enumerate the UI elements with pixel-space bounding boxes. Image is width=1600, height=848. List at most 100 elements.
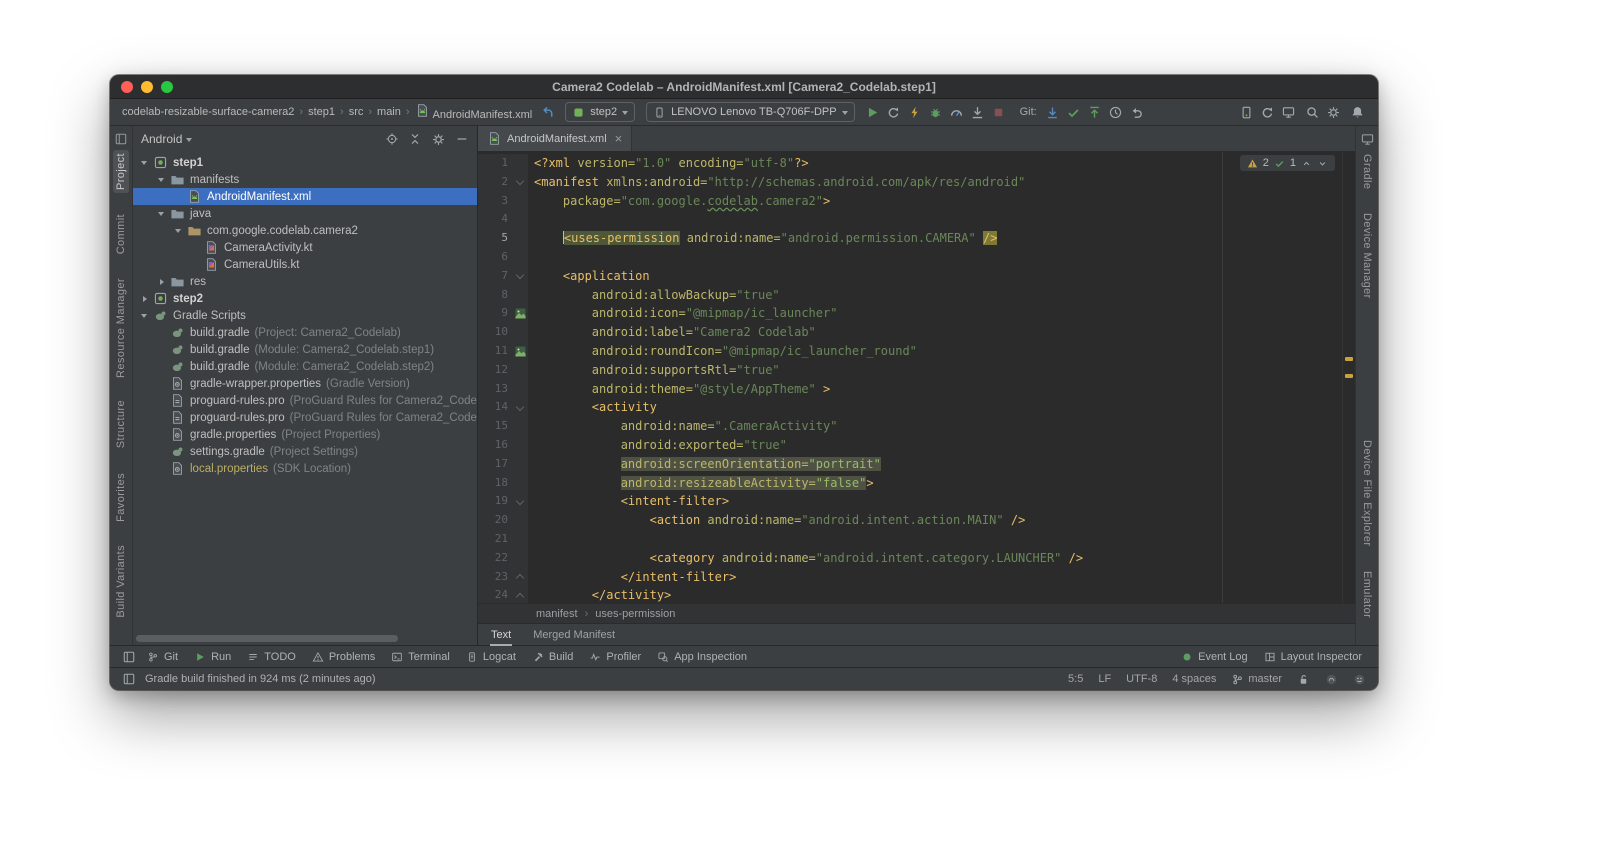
line-number[interactable]: 8: [478, 285, 512, 305]
code-line[interactable]: 9 android:icon="@mipmap/ic_launcher": [478, 304, 1355, 324]
code-line[interactable]: 13 android:theme="@style/AppTheme" >: [478, 379, 1355, 399]
line-number[interactable]: 10: [478, 323, 512, 342]
tool-button-structure[interactable]: Structure: [113, 397, 129, 451]
apply-code-changes-icon[interactable]: [904, 102, 925, 122]
tool-run[interactable]: Run: [186, 649, 239, 665]
code-line[interactable]: 3 package="com.google.codelab.camera2">: [478, 191, 1355, 211]
tree-item[interactable]: build.gradle (Module: Camera2_Codelab.ste…: [133, 341, 477, 358]
code-line[interactable]: 15 android:name=".CameraActivity": [478, 417, 1355, 436]
editor-tab[interactable]: AndroidManifest.xml: [478, 126, 633, 151]
line-number[interactable]: 11: [478, 341, 512, 361]
line-number[interactable]: 16: [478, 435, 512, 455]
code-line[interactable]: 20 <action android:name="android.intent.…: [478, 511, 1355, 530]
tree-chevron-icon[interactable]: [154, 174, 168, 185]
code-line[interactable]: 23 </intent-filter>: [478, 567, 1355, 587]
fold-marker-icon[interactable]: [512, 586, 528, 603]
line-number[interactable]: 23: [478, 567, 512, 587]
line-number[interactable]: 4: [478, 210, 512, 230]
attach-debugger-icon[interactable]: [967, 102, 988, 122]
error-stripe[interactable]: [1342, 152, 1355, 603]
line-number[interactable]: 5: [478, 229, 512, 248]
line-number[interactable]: 6: [478, 247, 512, 267]
line-number[interactable]: 15: [478, 417, 512, 436]
gradle-daemon-icon[interactable]: [1325, 673, 1338, 686]
tool-button-emulator[interactable]: Emulator: [1359, 568, 1375, 621]
rollback-icon[interactable]: [1126, 102, 1147, 122]
tool-terminal[interactable]: Terminal: [383, 649, 458, 665]
warning-stripe-mark[interactable]: [1345, 357, 1353, 361]
readonly-lock-icon[interactable]: [1297, 673, 1310, 686]
commit-icon[interactable]: [1063, 102, 1084, 122]
code-line[interactable]: 1 <?xml version="1.0" encoding="utf-8"?>: [478, 154, 1355, 173]
tool-todo[interactable]: TODO: [239, 649, 304, 665]
history-icon[interactable]: [1105, 102, 1126, 122]
tool-button-resource-manager[interactable]: Resource Manager: [113, 275, 129, 381]
tree-item[interactable]: build.gradle (Module: Camera2_Codelab.ste…: [133, 358, 477, 375]
code-line[interactable]: 22 <category android:name="android.inten…: [478, 548, 1355, 568]
tree-item[interactable]: step1: [133, 154, 477, 171]
tool-button-gradle[interactable]: Gradle: [1359, 151, 1375, 192]
code-line[interactable]: 18 android:resizeableActivity="false">: [478, 473, 1355, 493]
tree-item[interactable]: com.google.codelab.camera2: [133, 222, 477, 239]
tree-chevron-icon[interactable]: [137, 296, 151, 302]
fold-marker-icon[interactable]: [512, 172, 528, 192]
code-line[interactable]: 24 </activity>: [478, 586, 1355, 603]
titlebar[interactable]: Camera2 Codelab – AndroidManifest.xml [C…: [110, 75, 1378, 99]
breadcrumb-manifest[interactable]: manifest: [536, 608, 578, 620]
sync-gradle-icon[interactable]: [1257, 102, 1278, 122]
tool-window-switcher-icon[interactable]: [118, 647, 139, 667]
tree-chevron-icon[interactable]: [137, 310, 151, 321]
tree-item[interactable]: step2: [133, 290, 477, 307]
prev-issue-icon[interactable]: [1301, 158, 1312, 169]
update-project-icon[interactable]: [1042, 102, 1063, 122]
tool-button-device-file-explorer[interactable]: Device File Explorer: [1359, 437, 1375, 549]
project-stripe-icon[interactable]: [114, 132, 128, 146]
tool-button-project[interactable]: Project: [113, 150, 129, 194]
code-line[interactable]: 6: [478, 247, 1355, 267]
tool-logcat[interactable]: Logcat: [458, 649, 524, 665]
line-number[interactable]: 3: [478, 191, 512, 211]
tree-chevron-icon[interactable]: [171, 225, 185, 236]
tool-layout-inspector[interactable]: Layout Inspector: [1256, 649, 1370, 665]
tree-item[interactable]: proguard-rules.pro (ProGuard Rules for Ca…: [133, 392, 477, 409]
breadcrumb-uses-permission[interactable]: uses-permission: [595, 608, 675, 620]
line-number[interactable]: 1: [478, 154, 512, 173]
tool-window-toggle-icon[interactable]: [122, 672, 136, 686]
device-manager-icon[interactable]: [1236, 102, 1257, 122]
stop-icon[interactable]: [988, 102, 1009, 122]
breadcrumb-item-codelab-resizable-surface-camera2[interactable]: codelab-resizable-surface-camera2: [120, 106, 296, 118]
line-number[interactable]: 19: [478, 492, 512, 512]
code-line[interactable]: 14 <activity: [478, 398, 1355, 418]
line-number[interactable]: 17: [478, 454, 512, 474]
device-select[interactable]: LENOVO Lenovo TB-Q706F-DPP: [646, 102, 855, 122]
tool-app-inspection[interactable]: App Inspection: [649, 649, 755, 665]
profile-icon[interactable]: [946, 102, 967, 122]
inspections-widget[interactable]: 2 1: [1239, 155, 1335, 171]
line-number[interactable]: 2: [478, 172, 512, 192]
code-line[interactable]: 5 <uses-permission android:name="android…: [478, 229, 1355, 248]
tool-git[interactable]: Git: [139, 649, 186, 665]
tool-button-device-manager[interactable]: Device Manager: [1359, 210, 1375, 302]
tree-item[interactable]: gradle-wrapper.properties (Gradle Version…: [133, 375, 477, 392]
line-number[interactable]: 12: [478, 360, 512, 380]
tool-button-favorites[interactable]: Favorites: [113, 470, 129, 525]
run-configuration-select[interactable]: step2: [565, 102, 636, 122]
search-everywhere-icon[interactable]: [1302, 102, 1323, 122]
line-number[interactable]: 7: [478, 266, 512, 286]
line-number[interactable]: 13: [478, 379, 512, 399]
gradle-stripe-icon[interactable]: [1360, 132, 1375, 147]
tree-item[interactable]: CameraActivity.kt: [133, 239, 477, 256]
caret-position[interactable]: 5:5: [1068, 673, 1083, 685]
fold-marker-icon[interactable]: [512, 567, 528, 587]
locate-file-icon[interactable]: [385, 132, 399, 146]
hide-panel-icon[interactable]: [455, 132, 469, 146]
line-separator[interactable]: LF: [1098, 673, 1111, 685]
code-line[interactable]: 19 <intent-filter>: [478, 492, 1355, 512]
code-line[interactable]: 4: [478, 210, 1355, 230]
next-issue-icon[interactable]: [1317, 158, 1328, 169]
line-number[interactable]: 20: [478, 511, 512, 530]
feedback-smiley-icon[interactable]: [1353, 673, 1366, 686]
tree-item[interactable]: res: [133, 273, 477, 290]
tree-chevron-icon[interactable]: [137, 157, 151, 168]
close-tab-icon[interactable]: [615, 132, 623, 145]
